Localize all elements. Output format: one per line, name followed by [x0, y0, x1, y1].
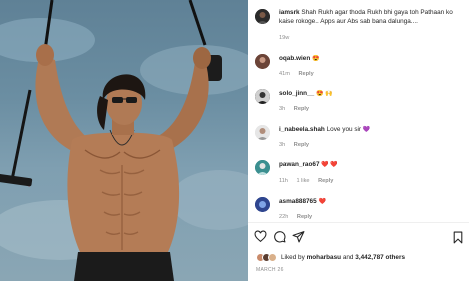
liker-avatars	[256, 253, 277, 262]
reply-button[interactable]: Reply	[298, 71, 313, 77]
comment-username[interactable]: oqab.wien	[279, 55, 310, 62]
comment-likes[interactable]: 1 like	[296, 178, 309, 184]
avatar-image	[255, 89, 270, 104]
comment-age: 41m	[279, 71, 290, 77]
comment-age: 3h	[279, 142, 286, 148]
comment-meta: 3h Reply	[279, 142, 316, 148]
caption-text: Shah Rukh agar thoda Rukh bhi gaya toh P…	[279, 9, 453, 25]
post-date: MARCH 26	[256, 267, 284, 273]
comment-meta: 11h 1 like Reply	[279, 178, 340, 184]
reply-button[interactable]: Reply	[294, 106, 309, 112]
photo-illustration	[0, 0, 248, 281]
comment-username[interactable]: i_nabeela.shah	[279, 126, 325, 133]
avatar-image	[255, 160, 270, 175]
comment: asma888765 ❤️	[279, 198, 326, 206]
likes-and: and	[342, 254, 354, 261]
comment-username[interactable]: asma888765	[279, 198, 317, 205]
avatar[interactable]	[255, 89, 270, 104]
comment-username[interactable]: solo_jinn__	[279, 90, 314, 97]
post-caption: iamsrk Shah Rukh agar thoda Rukh bhi gay…	[279, 8, 467, 26]
action-bar	[254, 230, 305, 244]
heart-icon[interactable]	[254, 230, 267, 243]
comment-emoji: 😍 🙌	[315, 91, 333, 97]
comment-username[interactable]: pawan_rao67	[279, 161, 320, 168]
comment-age: 3h	[279, 106, 286, 112]
liker-avatar	[268, 253, 277, 262]
comment: oqab.wien 😍	[279, 55, 320, 63]
avatar[interactable]	[255, 160, 270, 175]
comment: solo_jinn__ 😍 🙌	[279, 90, 333, 98]
comment-emoji: ❤️ ❤️	[321, 162, 338, 168]
avatar[interactable]	[255, 9, 270, 24]
comment: pawan_rao67 ❤️ ❤️	[279, 161, 338, 169]
bookmark-icon[interactable]	[452, 231, 464, 244]
comment-icon[interactable]	[273, 230, 286, 243]
avatar-image	[255, 9, 270, 24]
reply-button[interactable]: Reply	[318, 178, 333, 184]
divider	[248, 222, 469, 223]
avatar[interactable]	[255, 54, 270, 69]
comment-emoji: 💜	[362, 127, 371, 133]
comment-meta: 41m Reply	[279, 71, 321, 77]
post-photo[interactable]	[0, 0, 248, 281]
avatar[interactable]	[255, 197, 270, 212]
share-icon[interactable]	[292, 230, 305, 243]
comment-meta: 3h Reply	[279, 106, 316, 112]
avatar[interactable]	[255, 125, 270, 140]
avatar-image	[255, 197, 270, 212]
comment-emoji: ❤️	[318, 199, 326, 205]
caption-age: 19w	[279, 35, 290, 41]
likes-by-user[interactable]: moharbasu	[307, 254, 341, 261]
comment: i_nabeela.shah Love you sir 💜	[279, 126, 370, 134]
likes-summary[interactable]: Liked by moharbasu and 3,442,787 others	[256, 253, 405, 262]
comment-age: 22h	[279, 214, 289, 220]
caption-meta: 19w	[279, 35, 296, 41]
likes-others[interactable]: 3,442,787 others	[355, 254, 405, 261]
avatar-image	[255, 125, 270, 140]
comment-text: Love you sir	[326, 126, 362, 133]
reply-button[interactable]: Reply	[294, 142, 309, 148]
reply-button[interactable]: Reply	[297, 214, 312, 220]
avatar-image	[255, 54, 270, 69]
caption-username[interactable]: iamsrk	[279, 9, 300, 16]
comment-meta: 22h Reply	[279, 214, 319, 220]
likes-prefix: Liked by	[281, 254, 305, 261]
comment-age: 11h	[279, 178, 288, 184]
comment-emoji: 😍	[312, 56, 320, 62]
